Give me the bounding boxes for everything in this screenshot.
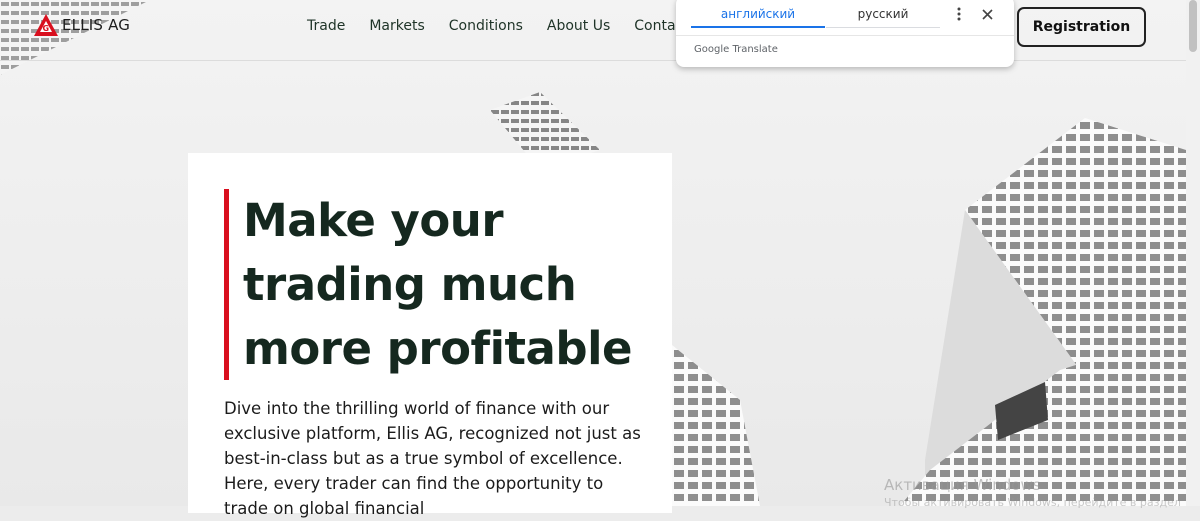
page-scrollbar[interactable] bbox=[1186, 0, 1200, 506]
nav-item-markets[interactable]: Markets bbox=[369, 18, 424, 34]
hero-accent-bar bbox=[224, 189, 229, 380]
nav-item-trade[interactable]: Trade bbox=[307, 18, 345, 34]
google-translate-brand: Google Translate bbox=[694, 44, 778, 55]
more-vert-icon[interactable] bbox=[950, 2, 968, 26]
google-translate-popup: английский русский Google Translate bbox=[676, 0, 1014, 67]
nav-item-conditions[interactable]: Conditions bbox=[449, 18, 523, 34]
nav-item-about-us[interactable]: About Us bbox=[547, 18, 610, 34]
registration-button[interactable]: Registration bbox=[1017, 7, 1146, 47]
hero-title: Make your trading much more profitable bbox=[243, 194, 633, 375]
windows-activation-subtitle: Чтобы активировать Windows, перейдите в … bbox=[884, 496, 1181, 509]
windows-activation-title: Активация Windows bbox=[884, 476, 1041, 494]
scrollbar-thumb[interactable] bbox=[1189, 0, 1197, 52]
translate-tab-russian[interactable]: русский bbox=[826, 7, 940, 28]
main-nav: Trade Markets Conditions About Us Contac bbox=[307, 18, 707, 34]
brand-name: ELLIS AG bbox=[62, 16, 131, 34]
brand-logo[interactable]: G ELLIS AG bbox=[34, 14, 130, 36]
translate-tab-english[interactable]: английский bbox=[691, 7, 825, 28]
logo-mark-icon: G bbox=[34, 14, 58, 36]
translate-brand-text: Translate bbox=[732, 44, 778, 55]
svg-text:G: G bbox=[43, 24, 50, 33]
google-brand-text: Google bbox=[694, 44, 730, 55]
hero-description: Dive into the thrilling world of finance… bbox=[224, 399, 641, 518]
hero-card: Make your trading much more profitable D… bbox=[188, 153, 672, 518]
close-icon[interactable] bbox=[978, 2, 996, 26]
translate-divider bbox=[676, 35, 1014, 36]
